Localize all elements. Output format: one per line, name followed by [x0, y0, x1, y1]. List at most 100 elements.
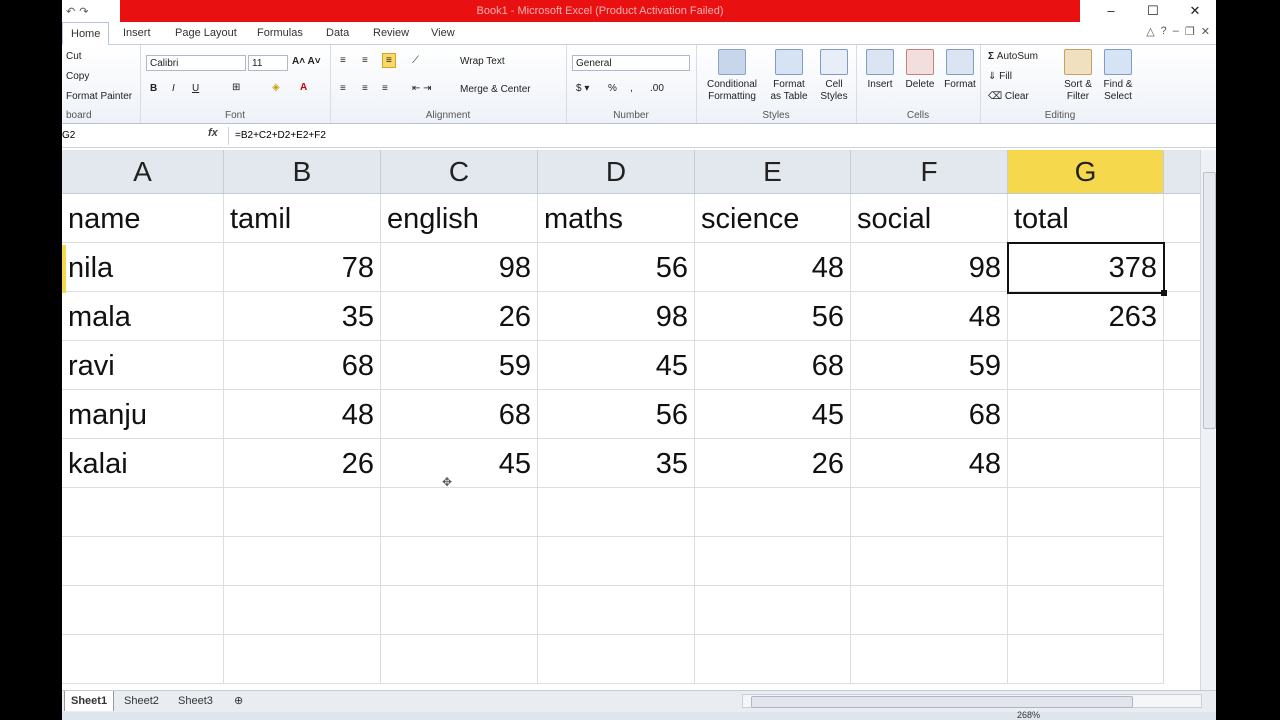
zoom-level[interactable]: 268% [1017, 710, 1040, 720]
delete-cells-button[interactable]: Delete [900, 49, 940, 91]
cell-b6[interactable]: 26 [224, 439, 381, 488]
cell-styles-button[interactable]: Cell Styles [812, 49, 856, 103]
redo-icon[interactable]: ↷ [79, 5, 88, 18]
sheet-tab-1[interactable]: Sheet1 [64, 691, 115, 711]
cell-d8[interactable] [538, 537, 695, 586]
tab-review[interactable]: Review [365, 22, 417, 44]
cell-c3[interactable]: 26 [381, 292, 538, 341]
cell-c2[interactable]: 98 [381, 243, 538, 292]
name-box[interactable]: G2 [62, 127, 146, 145]
cell-g9[interactable] [1008, 586, 1164, 635]
cell-f3[interactable]: 48 [851, 292, 1008, 341]
cell-d2[interactable]: 56 [538, 243, 695, 292]
font-name-select[interactable]: Calibri [146, 55, 246, 71]
indent-icon[interactable]: ⇤ ⇥ [412, 83, 432, 94]
cell-b1[interactable]: tamil [224, 194, 381, 243]
cell-f7[interactable] [851, 488, 1008, 537]
column-header-a[interactable]: A [62, 150, 224, 194]
formula-input[interactable]: =B2+C2+D2+E2+F2 [228, 127, 1203, 145]
doc-minimize-icon[interactable]: – [1173, 25, 1179, 38]
cell-c5[interactable]: 68 [381, 390, 538, 439]
cell-c1[interactable]: english [381, 194, 538, 243]
undo-icon[interactable]: ↶ [66, 5, 75, 18]
cell-h2[interactable] [1164, 243, 1200, 292]
clear-button[interactable]: ⌫ Clear [988, 91, 1029, 102]
cell-e6[interactable]: 26 [695, 439, 851, 488]
conditional-formatting-button[interactable]: Conditional Formatting [700, 49, 764, 103]
cell-a6[interactable]: kalai [62, 439, 224, 488]
cell-g3[interactable]: 263 [1008, 292, 1164, 341]
fill-handle[interactable] [1161, 290, 1167, 296]
italic-icon[interactable]: I [172, 83, 175, 94]
close-icon[interactable]: ✕ [1174, 0, 1216, 22]
cell-a8[interactable] [62, 537, 224, 586]
align-center-icon[interactable]: ≡ [362, 83, 368, 94]
cell-a5[interactable]: manju [62, 390, 224, 439]
find-select-button[interactable]: Find & Select [1098, 49, 1138, 103]
merge-center-button[interactable]: Merge & Center [460, 84, 531, 95]
align-left-icon[interactable]: ≡ [340, 83, 346, 94]
cell-g6[interactable] [1008, 439, 1164, 488]
tab-home[interactable]: Home [62, 22, 110, 45]
sheet-tab-2[interactable]: Sheet2 [118, 691, 165, 711]
cell-e4[interactable]: 68 [695, 341, 851, 390]
currency-icon[interactable]: $ ▾ [576, 83, 589, 94]
format-painter-button[interactable]: Format Painter [66, 91, 132, 102]
insert-sheet-icon[interactable]: ⊕ [228, 691, 249, 711]
cell-f9[interactable] [851, 586, 1008, 635]
cell-e2[interactable]: 48 [695, 243, 851, 292]
cell-e10[interactable] [695, 635, 851, 684]
sort-filter-button[interactable]: Sort & Filter [1060, 49, 1096, 103]
cell-f10[interactable] [851, 635, 1008, 684]
cell-d6[interactable]: 35 [538, 439, 695, 488]
format-as-table-button[interactable]: Format as Table [764, 49, 814, 103]
ribbon-minimize-icon[interactable]: △ [1146, 25, 1154, 38]
cell-h6[interactable] [1164, 439, 1200, 488]
cell-b9[interactable] [224, 586, 381, 635]
maximize-icon[interactable]: ☐ [1132, 0, 1174, 22]
cell-c6[interactable]: 45 [381, 439, 538, 488]
cell-a9[interactable] [62, 586, 224, 635]
cell-g4[interactable] [1008, 341, 1164, 390]
cell-e8[interactable] [695, 537, 851, 586]
wrap-text-button[interactable]: Wrap Text [460, 56, 505, 67]
copy-button[interactable]: Copy [66, 71, 89, 82]
help-icon[interactable]: ? [1161, 25, 1167, 38]
sheet-tab-3[interactable]: Sheet3 [172, 691, 219, 711]
cell-a1[interactable]: name [62, 194, 224, 243]
minimize-icon[interactable]: – [1090, 0, 1132, 22]
column-header-d[interactable]: D [538, 150, 695, 194]
cell-c10[interactable] [381, 635, 538, 684]
comma-icon[interactable]: , [630, 83, 633, 94]
fill-button[interactable]: ⇓ Fill [988, 71, 1012, 82]
borders-icon[interactable]: ⊞ [232, 82, 240, 93]
cell-b5[interactable]: 48 [224, 390, 381, 439]
cell-g7[interactable] [1008, 488, 1164, 537]
vertical-scroll-thumb[interactable] [1203, 172, 1216, 429]
cell-b10[interactable] [224, 635, 381, 684]
cell-a10[interactable] [62, 635, 224, 684]
top-align-icon[interactable]: ≡ [340, 55, 346, 66]
doc-restore-icon[interactable]: ❐ [1185, 25, 1195, 38]
underline-icon[interactable]: U [192, 83, 199, 94]
cell-e7[interactable] [695, 488, 851, 537]
cell-a2[interactable]: nila [62, 243, 224, 292]
cell-b8[interactable] [224, 537, 381, 586]
cell-d5[interactable]: 56 [538, 390, 695, 439]
cell-d7[interactable] [538, 488, 695, 537]
decimal-icon[interactable]: .00 [650, 83, 664, 94]
bold-icon[interactable]: B [150, 83, 157, 94]
cell-e5[interactable]: 45 [695, 390, 851, 439]
cell-g2[interactable]: 378 [1008, 243, 1164, 292]
cell-b3[interactable]: 35 [224, 292, 381, 341]
cell-b4[interactable]: 68 [224, 341, 381, 390]
grow-font-icon[interactable]: A˄ A˅ [292, 56, 321, 67]
cell-h1[interactable] [1164, 194, 1200, 243]
cut-button[interactable]: Cut [66, 51, 82, 62]
cell-g10[interactable] [1008, 635, 1164, 684]
column-header-h[interactable] [1164, 150, 1200, 194]
insert-cells-button[interactable]: Insert [860, 49, 900, 91]
worksheet-grid[interactable]: A B C D E F G name tamil english maths s… [62, 150, 1200, 690]
format-cells-button[interactable]: Format [940, 49, 980, 91]
bottom-align-icon[interactable]: ≡ [382, 53, 396, 68]
